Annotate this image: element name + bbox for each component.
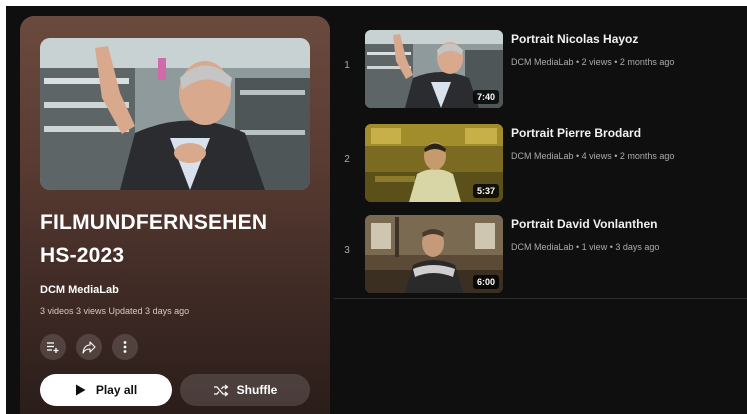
video-duration: 5:37	[472, 184, 499, 198]
window-top-border	[0, 0, 747, 6]
playlist-title: FILMUNDFERNSEHEN HS-2023	[40, 211, 268, 267]
video-thumbnail[interactable]: 6:00	[365, 215, 503, 293]
add-to-queue-button[interactable]	[40, 334, 66, 360]
video-index: 3	[344, 245, 350, 256]
share-icon	[82, 341, 96, 354]
video-title[interactable]: Portrait David Vonlanthen	[511, 217, 657, 231]
video-thumbnail[interactable]: 7:40	[365, 30, 503, 108]
video-meta: DCM MediaLab • 2 views • 2 months ago	[511, 57, 675, 67]
playlist-thumbnail-image	[40, 38, 310, 190]
more-options-button[interactable]	[112, 334, 138, 360]
window-left-border	[0, 6, 6, 414]
video-index: 2	[344, 154, 350, 165]
share-button[interactable]	[76, 334, 102, 360]
video-duration: 6:00	[472, 275, 499, 289]
playlist-add-icon	[47, 342, 59, 353]
playlist-meta: 3 videos 3 views Updated 3 days ago	[40, 306, 190, 316]
video-thumbnail[interactable]: 5:37	[365, 124, 503, 202]
playlist-video-item[interactable]: 3 6:00 Portrait David Vonlanthen DCM Med…	[340, 215, 740, 297]
playlist-thumbnail[interactable]	[40, 38, 310, 190]
list-divider	[334, 298, 747, 299]
video-title[interactable]: Portrait Nicolas Hayoz	[511, 32, 638, 46]
shuffle-label: Shuffle	[236, 383, 278, 397]
playlist-video-item[interactable]: 1 7:40 Portrait Nicolas Hayoz DCM MediaL…	[340, 30, 740, 112]
shuffle-button[interactable]: Shuffle	[180, 374, 310, 406]
video-meta: DCM MediaLab • 4 views • 2 months ago	[511, 151, 675, 161]
video-duration: 7:40	[472, 90, 499, 104]
more-vertical-icon	[123, 341, 127, 353]
play-icon	[75, 384, 86, 396]
playlist-video-item[interactable]: 2 5:37 Portrait Pierre Brodard DCM Media…	[340, 124, 740, 206]
video-meta: DCM MediaLab • 1 view • 3 days ago	[511, 242, 660, 252]
playlist-header-panel: FILMUNDFERNSEHEN HS-2023 DCM MediaLab 3 …	[20, 16, 330, 414]
play-all-button[interactable]: Play all	[40, 374, 172, 406]
play-all-label: Play all	[95, 383, 138, 397]
video-title[interactable]: Portrait Pierre Brodard	[511, 126, 641, 140]
channel-name[interactable]: DCM MediaLab	[40, 284, 119, 296]
shuffle-icon	[213, 384, 229, 396]
video-index: 1	[344, 60, 350, 71]
